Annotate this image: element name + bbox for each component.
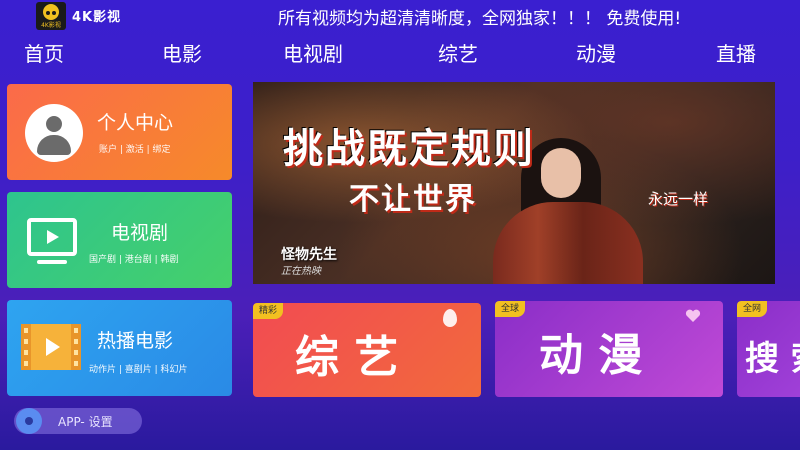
film-icon xyxy=(21,324,81,370)
main-nav: 首页 电影 电视剧 综艺 动漫 直播 xyxy=(0,38,800,68)
app-settings-button[interactable]: APP- 设置 xyxy=(14,408,142,434)
banner-title-line1: 挑战既定规则 xyxy=(283,126,535,172)
featured-banner[interactable]: 挑战既定规则 不让世界 永远一样 怪物先生 正在热映 xyxy=(253,82,775,284)
nav-item-home[interactable]: 首页 xyxy=(24,38,64,67)
banner-status: 正在热映 xyxy=(281,266,321,277)
nav-item-variety[interactable]: 综艺 xyxy=(438,38,478,67)
hot-movies-tile[interactable]: 热播电影 动作片 | 喜剧片 | 科幻片 xyxy=(7,300,232,396)
nav-item-anime[interactable]: 动漫 xyxy=(576,38,616,67)
logo-text: 4K影视 xyxy=(41,22,61,29)
search-label: 搜 索 xyxy=(745,339,800,379)
variety-tile[interactable]: 精彩 综 艺 xyxy=(253,303,481,397)
nav-item-live[interactable]: 直播 xyxy=(716,38,756,67)
fire-icon xyxy=(443,309,457,327)
app-logo: 4K影视 xyxy=(36,2,66,30)
user-avatar-icon xyxy=(25,104,83,162)
search-tile[interactable]: 全网 搜 索 xyxy=(737,301,800,397)
marquee-notice: 所有视频均为超清清晰度，全网独家！！！ 免费使用! xyxy=(278,9,682,29)
search-tag: 全网 xyxy=(737,301,768,317)
heart-icon xyxy=(685,309,701,322)
hot-movies-label: 热播电影 xyxy=(97,330,174,352)
tv-icon xyxy=(27,218,77,256)
variety-tag: 精彩 xyxy=(253,303,284,319)
anime-label: 动 漫 xyxy=(539,330,643,381)
banner-slogan: 永远一样 xyxy=(648,190,709,208)
nav-item-movies[interactable]: 电影 xyxy=(162,38,202,67)
banner-title-line2: 不让世界 xyxy=(349,182,477,217)
logo-face-icon xyxy=(43,4,59,20)
user-center-sub: 账户 | 激活 | 绑定 xyxy=(99,145,171,155)
banner-show-name: 怪物先生 xyxy=(281,247,337,263)
app-settings-label: APP- 设置 xyxy=(58,415,113,429)
anime-tile[interactable]: 全球 动 漫 xyxy=(495,301,723,397)
tv-stand-icon xyxy=(37,260,67,264)
hot-movies-sub: 动作片 | 喜剧片 | 科幻片 xyxy=(89,365,188,375)
tv-series-label: 电视剧 xyxy=(111,222,169,244)
variety-label: 综 艺 xyxy=(295,332,399,383)
top-bar: 4K影视 4K影视 所有视频均为超清清晰度，全网独家！！！ 免费使用! xyxy=(0,0,800,34)
tv-series-sub: 国产剧 | 港台剧 | 韩剧 xyxy=(89,255,179,265)
nav-item-tv-series[interactable]: 电视剧 xyxy=(283,38,343,67)
anime-tag: 全球 xyxy=(495,301,526,317)
user-center-label: 个人中心 xyxy=(97,112,174,134)
app-title: 4K影视 xyxy=(72,10,122,25)
user-center-tile[interactable]: 个人中心 账户 | 激活 | 绑定 xyxy=(7,84,232,180)
disc-icon xyxy=(16,408,42,434)
tv-series-tile[interactable]: 电视剧 国产剧 | 港台剧 | 韩剧 xyxy=(7,192,232,288)
